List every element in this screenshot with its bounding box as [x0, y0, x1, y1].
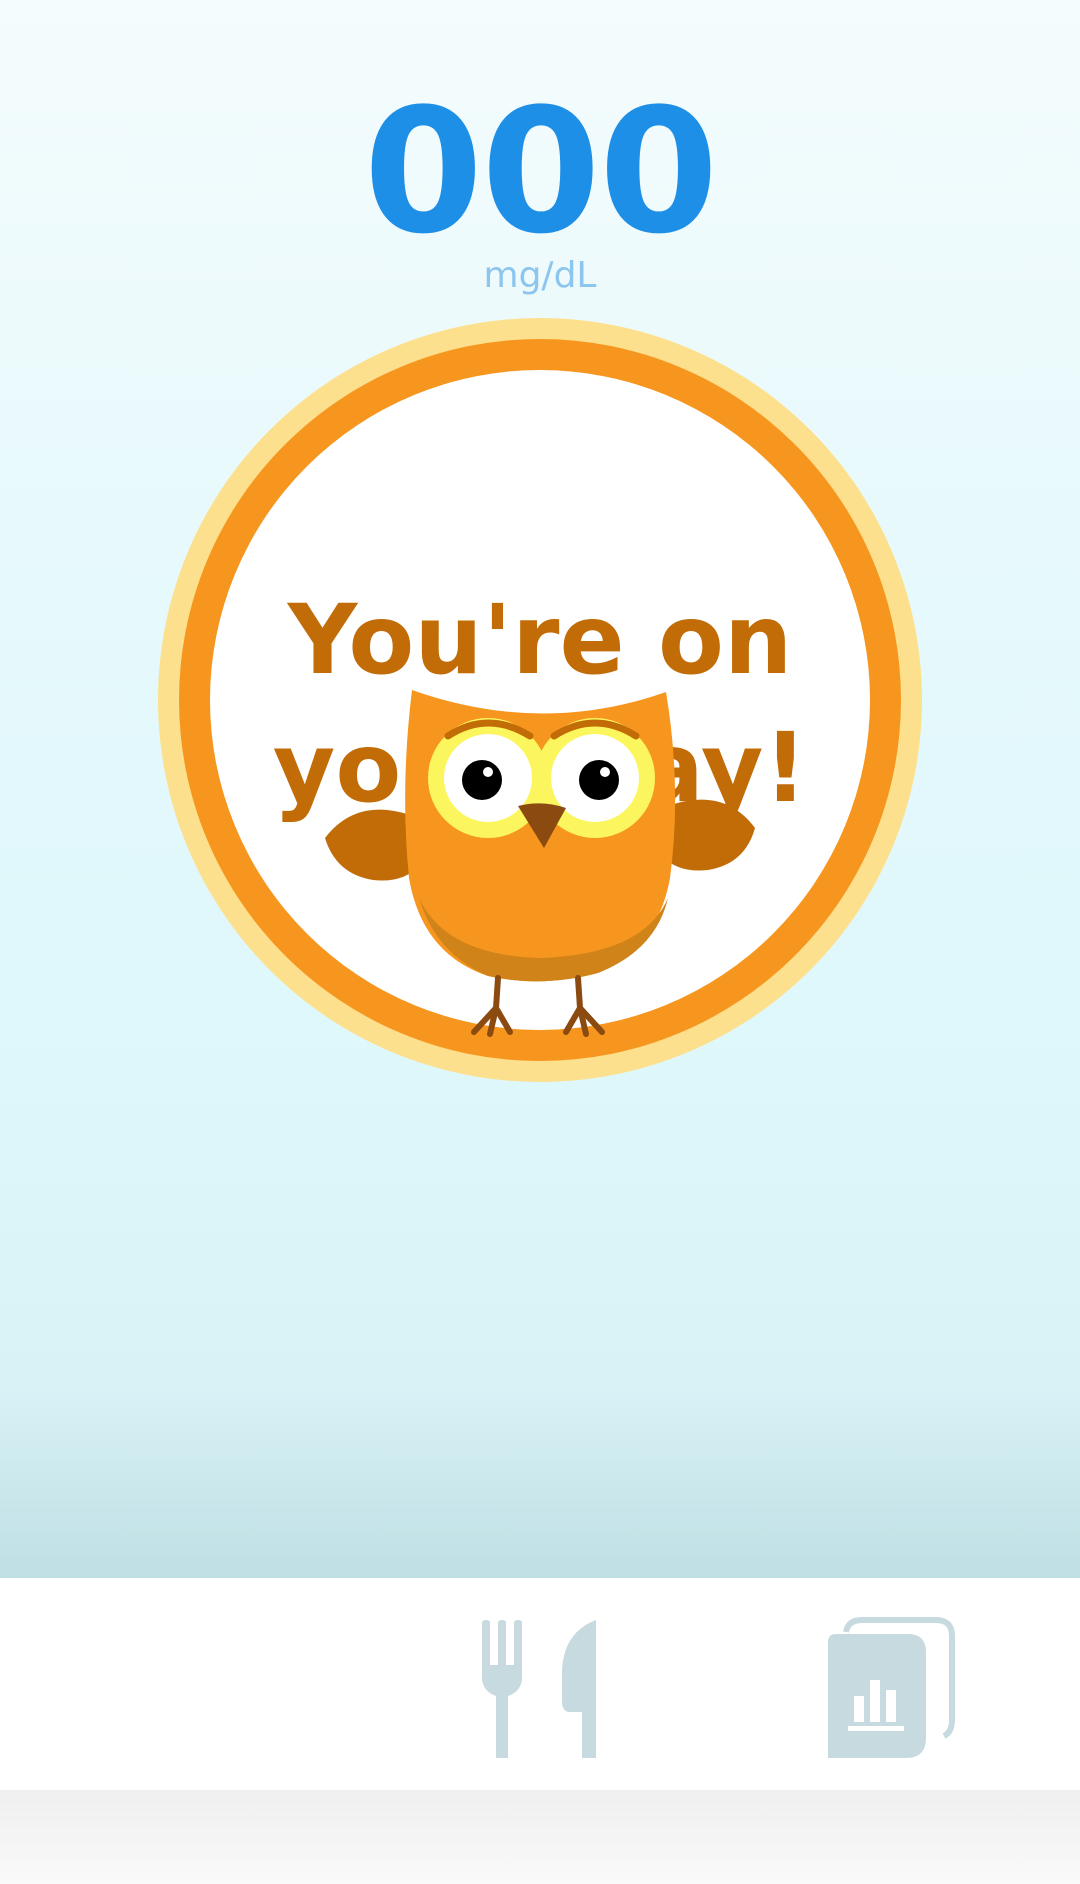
glucose-unit: mg/dL — [483, 255, 597, 296]
main-screen: 000 mg/dL You're on your way! — [0, 0, 1080, 1578]
fork-knife-icon — [482, 1620, 596, 1758]
achievement-badge: You're on your way! — [158, 318, 922, 1082]
glucose-reading: 000 mg/dL — [0, 82, 1080, 296]
glucose-value: 000 — [363, 71, 718, 272]
bottom-padding — [0, 1790, 1080, 1884]
owl-mascot-icon — [325, 690, 755, 1037]
report-chart-icon — [828, 1617, 955, 1758]
nav-food-button[interactable] — [472, 1610, 612, 1760]
bottom-nav-bar — [0, 1578, 1080, 1790]
nav-reports-button[interactable] — [826, 1610, 966, 1760]
